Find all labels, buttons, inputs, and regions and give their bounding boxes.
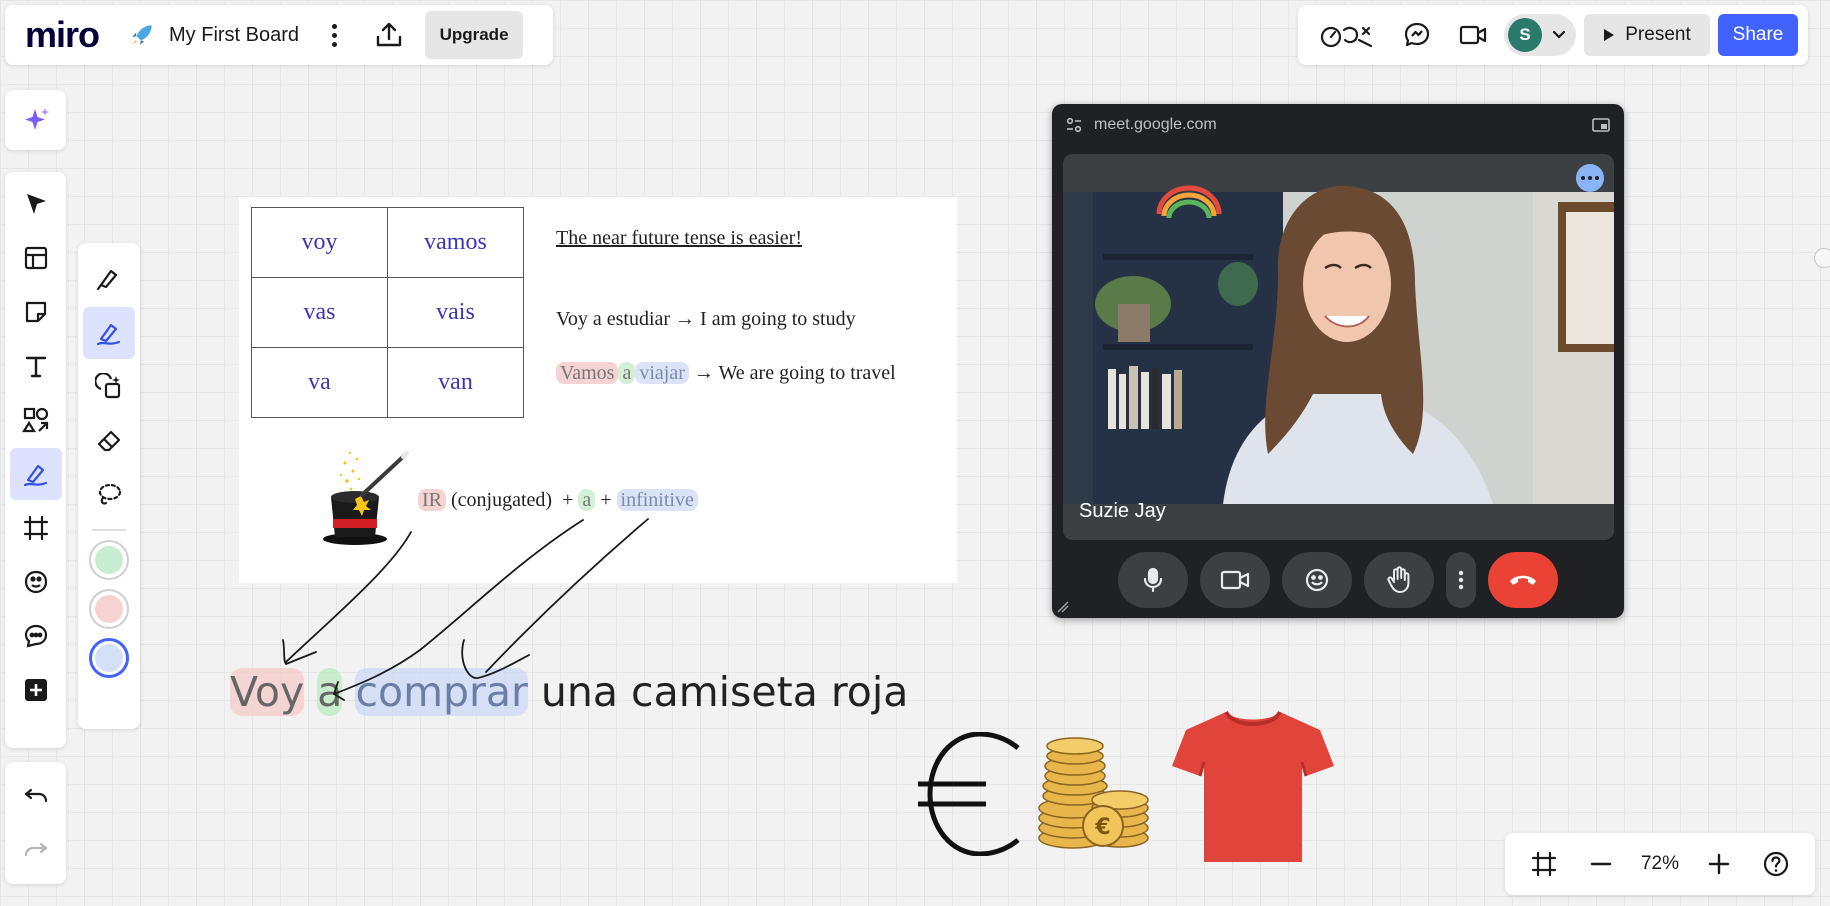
pen-tool-icon[interactable] — [9, 448, 62, 500]
board-menu-icon[interactable] — [329, 23, 339, 47]
table-cell: van — [387, 347, 524, 418]
meet-url: meet.google.com — [1094, 116, 1217, 133]
hang-up-icon[interactable] — [1488, 552, 1558, 608]
fit-to-screen-icon[interactable] — [1526, 846, 1562, 882]
toolbar-divider — [92, 529, 126, 531]
color-swatch-green[interactable] — [89, 540, 129, 580]
camera-icon[interactable] — [1200, 552, 1270, 608]
lesson-image-card[interactable]: voy vamos vas vais va van The near futur… — [239, 197, 957, 583]
conjugation-table: voy vamos vas vais va van — [251, 207, 524, 418]
video-call-icon[interactable] — [1456, 18, 1490, 52]
history-panel — [5, 762, 66, 884]
smart-drawing-icon[interactable] — [83, 361, 135, 413]
share-button[interactable]: Share — [1718, 14, 1798, 56]
table-cell: vas — [251, 277, 388, 348]
select-tool-icon[interactable] — [10, 178, 62, 230]
svg-text:€: € — [1094, 815, 1110, 840]
highlight-word: a — [578, 489, 596, 511]
euro-sign-icon[interactable] — [916, 732, 1026, 856]
picture-in-picture-icon[interactable] — [1592, 118, 1610, 132]
example-sentence-2: Vamos a viajar → We are going to travel — [556, 362, 896, 385]
example-sentence-1: Voy a estudiar → I am going to study — [556, 308, 856, 330]
zoom-in-icon[interactable] — [1701, 846, 1737, 882]
sentence-rest: una camiseta roja — [527, 668, 909, 716]
present-label: Present — [1625, 24, 1691, 45]
main-toolbar — [5, 172, 66, 748]
meet-titlebar: meet.google.com — [1052, 104, 1624, 146]
highlight-word: a — [618, 362, 636, 384]
text-tool-icon[interactable] — [10, 340, 62, 392]
table-cell: vais — [387, 277, 524, 348]
table-cell: voy — [251, 207, 388, 278]
lasso-icon[interactable] — [83, 469, 135, 521]
highlighter-icon[interactable] — [83, 307, 135, 359]
ai-sparkle-icon[interactable] — [10, 94, 62, 146]
example-translation: → We are going to travel — [693, 362, 896, 384]
participant-options-icon[interactable] — [1576, 164, 1604, 192]
chevron-down-icon — [1552, 30, 1566, 39]
more-apps-icon[interactable] — [10, 664, 62, 716]
present-button[interactable]: Present — [1584, 14, 1710, 56]
raise-hand-icon[interactable] — [1364, 552, 1434, 608]
chat-icon[interactable] — [1400, 18, 1434, 52]
sentence-word-comprar: comprar — [355, 668, 528, 716]
templates-icon[interactable] — [10, 232, 62, 284]
board-sentence[interactable]: Voy a comprar una camiseta roja — [230, 668, 908, 716]
participant-video: Suzie Jay — [1063, 154, 1614, 540]
formula-part: (conjugated) + — [446, 489, 579, 511]
microphone-icon[interactable] — [1118, 552, 1188, 608]
google-meet-window[interactable]: meet.google.com Suzie Jay — [1052, 104, 1624, 618]
collab-toolbar: S Present Share — [1298, 5, 1808, 65]
help-icon[interactable] — [1758, 846, 1794, 882]
resize-handle-icon[interactable] — [1056, 600, 1070, 614]
eraser-icon[interactable] — [83, 415, 135, 467]
redo-icon[interactable] — [10, 822, 62, 874]
sticky-note-icon[interactable] — [10, 286, 62, 338]
highlight-word: viajar — [635, 362, 689, 384]
highlight-word: Vamos — [556, 362, 619, 384]
frame-tool-icon[interactable] — [10, 502, 62, 554]
meet-controls — [1052, 550, 1624, 610]
lesson-title: The near future tense is easier! — [556, 227, 802, 249]
zoom-controls: 72% — [1505, 833, 1815, 895]
color-swatch-blue[interactable] — [89, 638, 129, 678]
miro-logo[interactable]: miro — [25, 14, 100, 56]
participant-name: Suzie Jay — [1079, 500, 1166, 522]
board-header: miro My First Board Upgrade — [5, 5, 553, 65]
reactions-icon[interactable] — [1318, 18, 1378, 52]
emoji-reaction-icon[interactable] — [1282, 552, 1352, 608]
board-name[interactable]: My First Board — [169, 24, 299, 47]
sentence-word-a: a — [317, 668, 343, 716]
comment-icon[interactable] — [10, 610, 62, 662]
ai-assist-panel — [5, 90, 66, 150]
sentence-word-voy: Voy — [230, 668, 305, 716]
formula-text: IR (conjugated) + a + infinitive — [418, 489, 698, 512]
user-avatar[interactable]: S — [1508, 18, 1542, 52]
more-options-icon[interactable] — [1446, 552, 1476, 608]
play-icon — [1604, 29, 1615, 41]
site-settings-icon[interactable] — [1066, 117, 1082, 133]
highlight-word: infinitive — [616, 489, 698, 511]
magic-hat-icon — [323, 451, 409, 545]
shapes-icon[interactable] — [10, 394, 62, 446]
color-swatch-red[interactable] — [89, 589, 129, 629]
highlight-word: IR — [418, 489, 446, 511]
formula-part: + — [595, 489, 617, 511]
undo-icon[interactable] — [10, 768, 62, 820]
red-tshirt-icon[interactable] — [1170, 708, 1336, 866]
zoom-out-icon[interactable] — [1583, 846, 1619, 882]
table-cell: vamos — [387, 207, 524, 278]
upgrade-button[interactable]: Upgrade — [425, 11, 524, 59]
rocket-icon — [132, 25, 152, 45]
collaborators-menu[interactable]: S — [1504, 14, 1576, 56]
coins-stack-icon[interactable]: € — [1035, 734, 1150, 854]
export-icon[interactable] — [373, 19, 405, 51]
zoom-level[interactable]: 72% — [1641, 853, 1679, 875]
canvas-edge-handle[interactable] — [1814, 248, 1830, 268]
table-cell: va — [251, 347, 388, 418]
pen-icon[interactable] — [83, 253, 135, 305]
stickers-icon[interactable] — [10, 556, 62, 608]
pen-options-toolbar — [78, 243, 140, 729]
video-feed — [1063, 154, 1614, 540]
